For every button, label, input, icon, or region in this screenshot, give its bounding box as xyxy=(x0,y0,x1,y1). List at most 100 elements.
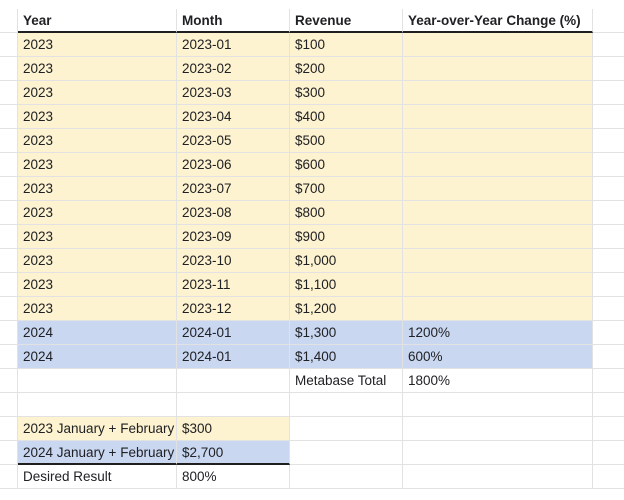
cell-blank[interactable] xyxy=(0,129,18,153)
cell-blank[interactable] xyxy=(0,417,18,441)
cell-yoy[interactable] xyxy=(403,105,593,129)
summary-label[interactable]: Desired Result xyxy=(18,465,177,489)
cell-revenue[interactable]: $500 xyxy=(290,129,403,153)
cell-blank[interactable] xyxy=(290,441,403,465)
cell-yoy[interactable]: 600% xyxy=(403,345,593,369)
header-revenue[interactable]: Revenue xyxy=(290,9,403,33)
cell-revenue[interactable]: $1,000 xyxy=(290,249,403,273)
cell-year[interactable]: 2023 xyxy=(18,249,177,273)
cell-revenue[interactable]: $1,100 xyxy=(290,273,403,297)
cell-blank[interactable] xyxy=(0,105,18,129)
cell-blank[interactable] xyxy=(0,393,18,417)
cell-blank[interactable] xyxy=(177,369,290,393)
cell-blank[interactable] xyxy=(0,33,18,57)
cell-yoy[interactable] xyxy=(403,249,593,273)
cell-blank[interactable] xyxy=(403,393,593,417)
cell-year[interactable]: 2023 xyxy=(18,297,177,321)
cell-month[interactable]: 2024-01 xyxy=(177,345,290,369)
cell-year[interactable]: 2024 xyxy=(18,345,177,369)
cell-yoy[interactable] xyxy=(403,81,593,105)
cell-blank[interactable] xyxy=(18,369,177,393)
cell-blank[interactable] xyxy=(593,249,624,273)
cell-yoy[interactable]: 1200% xyxy=(403,321,593,345)
summary-label[interactable]: 2024 January + February xyxy=(18,441,177,465)
cell-revenue[interactable]: $600 xyxy=(290,153,403,177)
cell-year[interactable]: 2024 xyxy=(18,321,177,345)
cell-blank[interactable] xyxy=(0,201,18,225)
cell-blank[interactable] xyxy=(593,105,624,129)
cell-month[interactable]: 2023-02 xyxy=(177,57,290,81)
cell-yoy[interactable] xyxy=(403,201,593,225)
cell-month[interactable]: 2023-06 xyxy=(177,153,290,177)
cell-blank[interactable] xyxy=(593,321,624,345)
cell-blank[interactable] xyxy=(593,441,624,465)
cell-year[interactable]: 2023 xyxy=(18,273,177,297)
cell-year[interactable]: 2023 xyxy=(18,225,177,249)
cell-blank[interactable] xyxy=(593,153,624,177)
summary-value[interactable]: 800% xyxy=(177,465,290,489)
cell-year[interactable]: 2023 xyxy=(18,153,177,177)
cell-blank[interactable] xyxy=(593,369,624,393)
cell-blank[interactable] xyxy=(290,393,403,417)
cell-year[interactable]: 2023 xyxy=(18,81,177,105)
summary-label[interactable]: 2023 January + February xyxy=(18,417,177,441)
cell-blank[interactable] xyxy=(593,417,624,441)
cell-month[interactable]: 2023-08 xyxy=(177,201,290,225)
cell-year[interactable]: 2023 xyxy=(18,201,177,225)
cell-month[interactable]: 2023-03 xyxy=(177,81,290,105)
cell-revenue[interactable]: $800 xyxy=(290,201,403,225)
cell-blank[interactable] xyxy=(593,225,624,249)
cell-year[interactable]: 2023 xyxy=(18,129,177,153)
cell-month[interactable]: 2023-05 xyxy=(177,129,290,153)
cell-revenue[interactable]: $100 xyxy=(290,33,403,57)
metabase-total-label[interactable]: Metabase Total xyxy=(290,369,403,393)
cell-yoy[interactable] xyxy=(403,153,593,177)
cell-blank[interactable] xyxy=(593,273,624,297)
metabase-total-value[interactable]: 1800% xyxy=(403,369,593,393)
cell-yoy[interactable] xyxy=(403,273,593,297)
summary-value[interactable]: $300 xyxy=(177,417,290,441)
cell-blank[interactable] xyxy=(593,465,624,489)
cell-revenue[interactable]: $300 xyxy=(290,81,403,105)
cell-blank[interactable] xyxy=(0,369,18,393)
cell-yoy[interactable] xyxy=(403,297,593,321)
cell-blank[interactable] xyxy=(0,57,18,81)
cell-blank[interactable] xyxy=(593,33,624,57)
cell-revenue[interactable]: $1,200 xyxy=(290,297,403,321)
cell-month[interactable]: 2023-07 xyxy=(177,177,290,201)
cell-month[interactable]: 2023-12 xyxy=(177,297,290,321)
cell-year[interactable]: 2023 xyxy=(18,177,177,201)
cell-blank[interactable] xyxy=(177,393,290,417)
cell-month[interactable]: 2023-04 xyxy=(177,105,290,129)
cell-blank[interactable] xyxy=(0,249,18,273)
cell-blank[interactable] xyxy=(593,129,624,153)
cell-blank[interactable] xyxy=(403,465,593,489)
cell-month[interactable]: 2023-11 xyxy=(177,273,290,297)
cell-revenue[interactable]: $200 xyxy=(290,57,403,81)
cell-blank[interactable] xyxy=(593,201,624,225)
cell-blank[interactable] xyxy=(403,417,593,441)
cell-yoy[interactable] xyxy=(403,33,593,57)
cell-blank[interactable] xyxy=(403,441,593,465)
cell-month[interactable]: 2023-01 xyxy=(177,33,290,57)
cell-month[interactable]: 2023-09 xyxy=(177,225,290,249)
cell-revenue[interactable]: $900 xyxy=(290,225,403,249)
cell-yoy[interactable] xyxy=(403,177,593,201)
cell-blank[interactable] xyxy=(0,81,18,105)
cell-revenue[interactable]: $1,400 xyxy=(290,345,403,369)
cell-blank[interactable] xyxy=(593,81,624,105)
cell-year[interactable]: 2023 xyxy=(18,57,177,81)
cell-blank[interactable] xyxy=(0,345,18,369)
cell-blank[interactable] xyxy=(0,273,18,297)
cell-blank[interactable] xyxy=(0,297,18,321)
cell-blank[interactable] xyxy=(0,225,18,249)
cell-month[interactable]: 2024-01 xyxy=(177,321,290,345)
cell-revenue[interactable]: $700 xyxy=(290,177,403,201)
cell-yoy[interactable] xyxy=(403,129,593,153)
cell-month[interactable]: 2023-10 xyxy=(177,249,290,273)
cell-blank[interactable] xyxy=(0,321,18,345)
cell-yoy[interactable] xyxy=(403,225,593,249)
cell-blank[interactable] xyxy=(593,297,624,321)
cell-blank[interactable] xyxy=(0,177,18,201)
cell-blank[interactable] xyxy=(0,153,18,177)
